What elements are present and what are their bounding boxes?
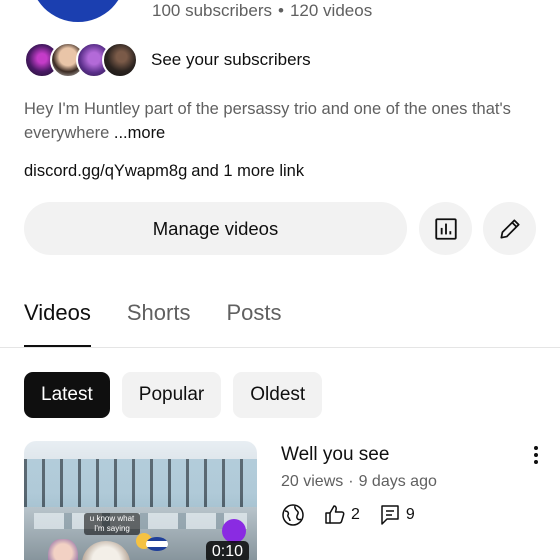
description-text: Hey I'm Huntley part of the persassy tri…: [24, 100, 511, 142]
channel-avatar[interactable]: [30, 0, 126, 22]
stats-separator: •: [278, 1, 284, 20]
meta-separator: ·: [348, 473, 354, 490]
tab-posts[interactable]: Posts: [226, 296, 281, 348]
thumbnail-caption: u know what I'm saying: [84, 513, 140, 535]
video-meta: 20 views · 9 days ago: [281, 473, 437, 491]
tabs-divider: [0, 347, 560, 348]
channel-description[interactable]: Hey I'm Huntley part of the persassy tri…: [24, 97, 524, 145]
visibility-indicator[interactable]: [281, 503, 305, 527]
kebab-dot: [534, 453, 538, 457]
subscriber-avatar: [102, 42, 138, 78]
analytics-button[interactable]: [419, 202, 472, 255]
comments-stat[interactable]: 9: [378, 503, 415, 527]
video-thumbnail[interactable]: u know what I'm saying 0:10: [24, 441, 257, 560]
video-title[interactable]: Well you see: [281, 444, 389, 466]
video-stats-row: 2 9: [281, 501, 433, 529]
thumbnail-windows: [24, 459, 257, 507]
channel-stats: 100 subscribers • 120 videos: [152, 1, 372, 21]
thumbs-up-icon: [325, 505, 345, 524]
subscriber-count: 100 subscribers: [152, 1, 273, 20]
discord-link[interactable]: discord.gg/qYwapm8g: [24, 162, 187, 180]
video-menu-button[interactable]: [526, 442, 546, 468]
video-views: 20 views: [281, 473, 344, 490]
pencil-icon: [499, 218, 520, 239]
channel-links[interactable]: discord.gg/qYwapm8g and 1 more link: [24, 162, 304, 181]
kebab-dot: [534, 460, 538, 464]
video-age: 9 days ago: [358, 473, 437, 490]
see-subscribers-link[interactable]: See your subscribers: [151, 50, 311, 70]
chip-oldest[interactable]: Oldest: [233, 372, 323, 418]
video-count: 120 videos: [289, 1, 373, 20]
comment-icon: [381, 505, 399, 525]
sort-chips: Latest Popular Oldest: [24, 372, 323, 418]
thumbnail-character: [48, 539, 78, 560]
kebab-icon: [534, 446, 538, 450]
purple-emoji-sticker: [222, 519, 246, 543]
tab-shorts[interactable]: Shorts: [127, 296, 191, 348]
flag-sticker: [146, 537, 168, 551]
see-subscribers-row[interactable]: See your subscribers: [24, 42, 311, 78]
chip-popular[interactable]: Popular: [121, 372, 222, 418]
edit-channel-button[interactable]: [483, 202, 536, 255]
channel-tabs: Videos Shorts Posts: [24, 296, 318, 348]
comment-count: 9: [405, 506, 415, 523]
more-links[interactable]: and 1 more link: [191, 162, 304, 180]
subscriber-avatars: [24, 42, 138, 78]
globe-icon: [282, 504, 304, 526]
bar-chart-icon: [434, 217, 457, 240]
thumbnail-tables: [34, 513, 247, 529]
video-duration: 0:10: [205, 541, 249, 560]
tab-videos[interactable]: Videos: [24, 296, 91, 348]
description-more-link[interactable]: ...more: [114, 124, 165, 142]
like-count: 2: [351, 506, 360, 523]
likes-stat[interactable]: 2: [323, 503, 360, 527]
chip-latest[interactable]: Latest: [24, 372, 110, 418]
manage-videos-button[interactable]: Manage videos: [24, 202, 407, 255]
